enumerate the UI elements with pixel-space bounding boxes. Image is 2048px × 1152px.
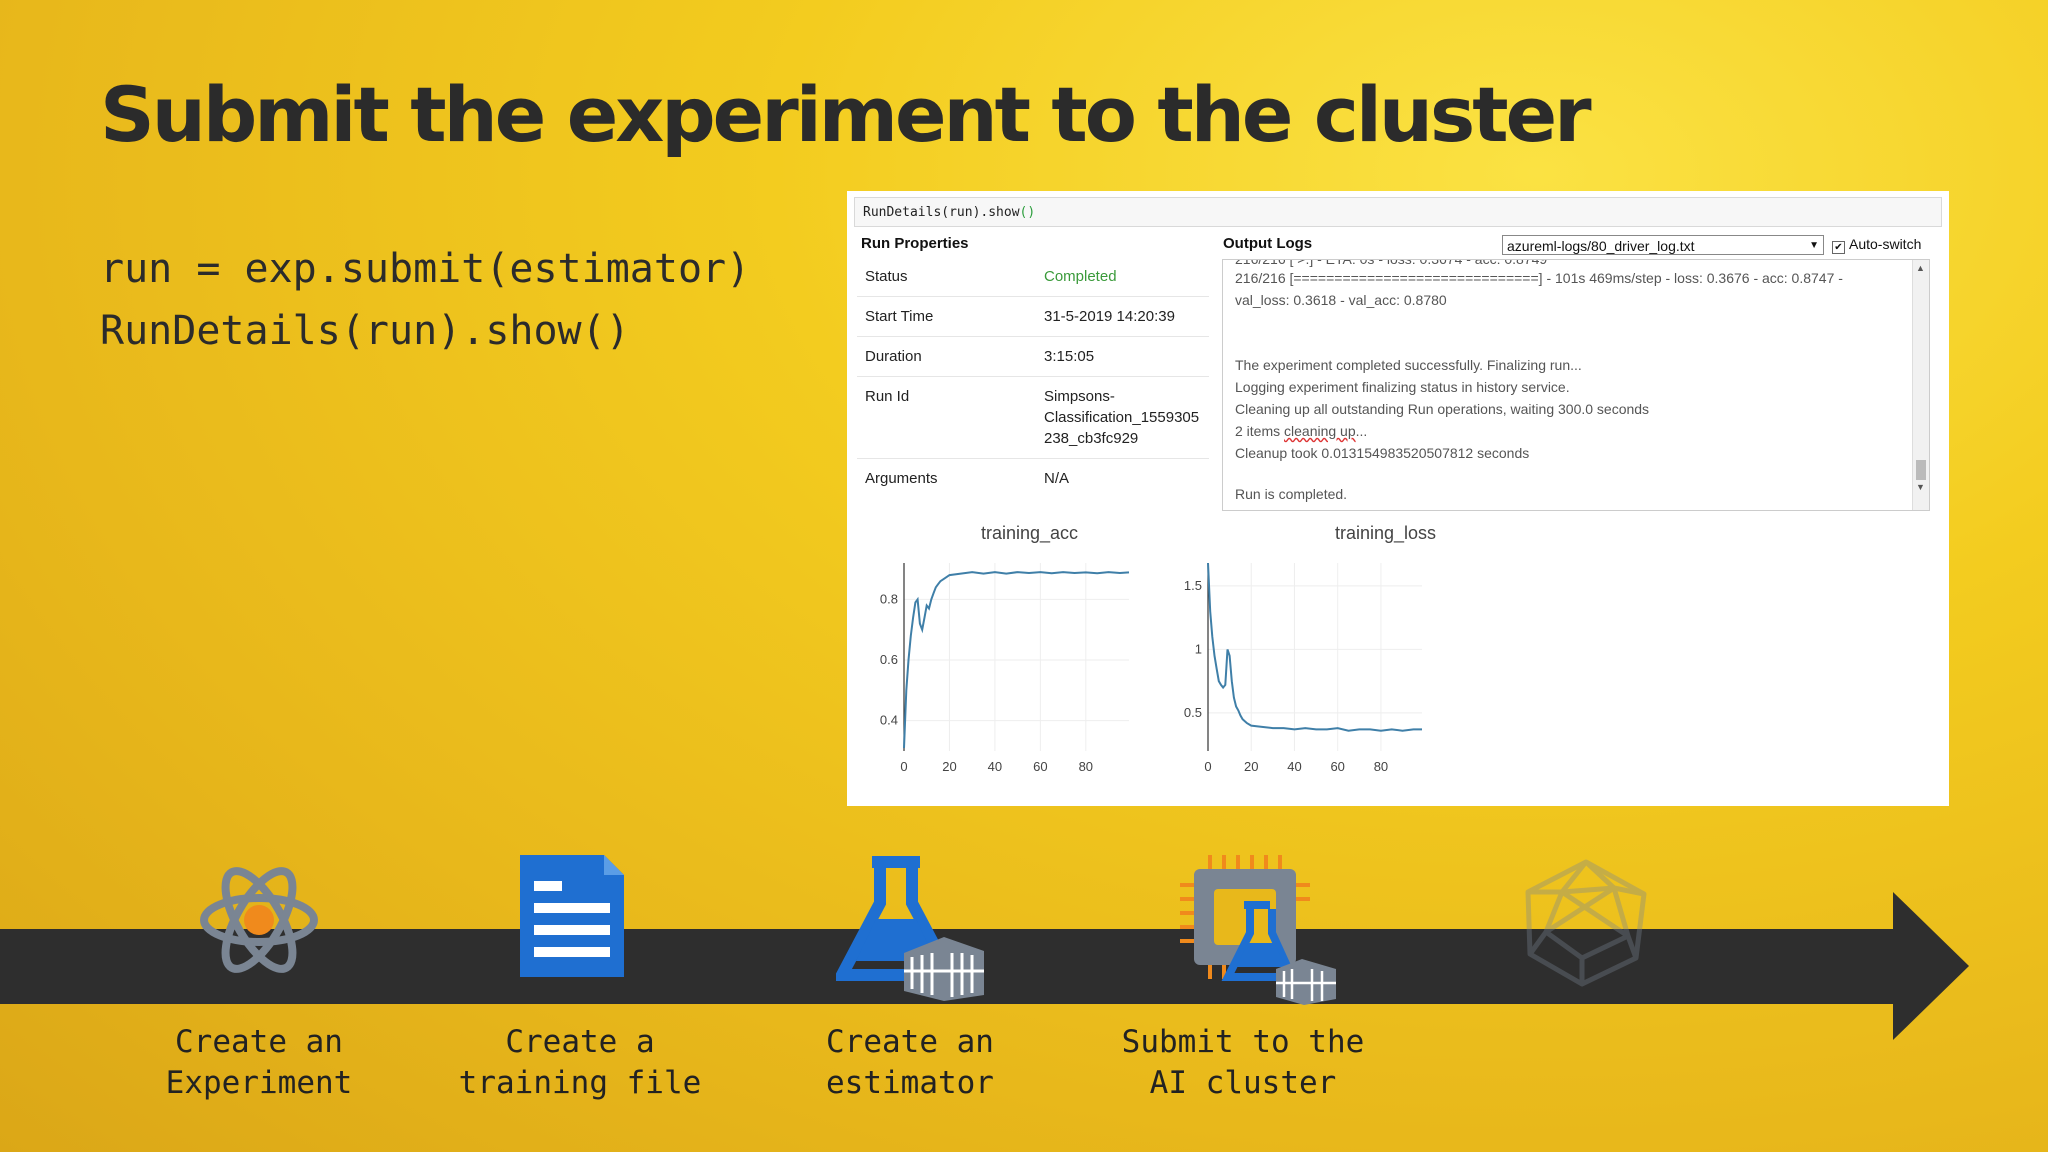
status-value: Completed: [1036, 257, 1209, 297]
run-properties-heading: Run Properties: [861, 235, 969, 252]
table-row: Start Time 31-5-2019 14:20:39: [857, 296, 1209, 337]
table-row: Status Completed: [857, 257, 1209, 297]
auto-switch-toggle[interactable]: ✔ Auto-switch: [1832, 236, 1921, 254]
step-label-create-estimator: Create an estimator: [826, 1024, 994, 1101]
property-key: Arguments: [865, 470, 938, 487]
x-tick-label: 80: [1079, 759, 1093, 771]
table-row: Arguments N/A: [857, 459, 1209, 499]
y-tick-label: 0.4: [880, 713, 898, 728]
log-file-value: azureml-logs/80_driver_log.txt: [1507, 238, 1695, 254]
document-icon: [520, 855, 624, 977]
log-line: 2 items cleaning up...: [1235, 423, 1367, 439]
log-text: 2 items: [1235, 423, 1285, 439]
code-snippet: run = exp.submit(estimator) RunDetails(r…: [100, 238, 750, 362]
chart-title-training-acc: training_acc: [981, 523, 1079, 543]
slide-title: Submit the experiment to the cluster: [100, 70, 1592, 159]
atom-icon: [200, 867, 318, 973]
step-label-submit-cluster: Submit to the AI cluster: [1121, 1024, 1365, 1101]
log-line: val_loss: 0.3618 - val_acc: 0.8780: [1235, 292, 1447, 308]
series-line: [1207, 562, 1422, 732]
run-id-line: Classification_1559305: [1044, 409, 1200, 426]
cell-code-paren: (): [1019, 205, 1036, 220]
y-tick-label: 0.8: [880, 591, 898, 606]
output-logs-heading: Output Logs: [1223, 235, 1313, 252]
training-loss-chart: 0 20 40 60 80 0.5 1 1.5: [1184, 562, 1422, 771]
log-line: Cleaning up all outstanding Run operatio…: [1235, 401, 1650, 417]
x-tick-label: 20: [1244, 759, 1258, 771]
property-key: Start Time: [857, 296, 1036, 337]
x-tick-label: 80: [1374, 759, 1388, 771]
run-id-line: 238_cb3fc929: [1044, 430, 1139, 447]
notebook-cell-input[interactable]: RunDetails(run).show(): [854, 197, 1942, 227]
y-tick-label: 1.5: [1184, 578, 1202, 593]
scroll-down-icon[interactable]: ▼: [1916, 482, 1925, 492]
log-line: Logging experiment finalizing status in …: [1235, 379, 1570, 395]
timeline-arrow-icon: [1893, 892, 1969, 1040]
property-value: 3:15:05: [1036, 336, 1209, 377]
flask-container-icon: [836, 856, 984, 1001]
property-value: N/A: [1044, 470, 1070, 487]
chevron-down-icon: ▼: [1809, 240, 1819, 251]
log-line: Run is completed.: [1235, 486, 1348, 502]
run-details-widget: RunDetails(run).show() Run Properties Ou…: [847, 191, 1949, 806]
y-tick-label: 0.5: [1184, 705, 1202, 720]
property-key: Status: [857, 257, 1036, 297]
table-row: Run Id Simpsons- Classification_1559305 238…: [857, 376, 1209, 459]
table-row: Duration 3:15:05: [857, 336, 1209, 377]
log-line: 216/216 [ >.] - ETA: 0s - loss: 0.3674 -…: [1235, 259, 1548, 267]
x-tick-label: 40: [988, 759, 1002, 771]
x-tick-label: 0: [1204, 759, 1211, 771]
log-text-spellcheck: cleaning up: [1284, 423, 1356, 439]
step-label-create-training-file: Create a training file: [458, 1024, 702, 1101]
auto-switch-checkbox[interactable]: ✔: [1832, 241, 1845, 254]
scroll-up-icon[interactable]: ▲: [1916, 263, 1925, 273]
x-tick-label: 20: [942, 759, 956, 771]
scrollbar-thumb[interactable]: [1916, 460, 1926, 480]
x-tick-label: 60: [1330, 759, 1344, 771]
log-line: 216/216 [==============================]…: [1235, 270, 1843, 286]
auto-switch-label: Auto-switch: [1849, 236, 1922, 252]
run-id-line: Simpsons-: [1044, 388, 1115, 405]
run-id-value: Simpsons- Classification_1559305 238_cb3fc…: [1036, 376, 1209, 459]
y-tick-label: 1: [1195, 641, 1202, 656]
property-key: Duration: [857, 336, 1036, 377]
property-value: 31-5-2019 14:20:39: [1036, 296, 1209, 337]
output-log-viewer[interactable]: 216/216 [ >.] - ETA: 0s - loss: 0.3674 -…: [1222, 259, 1930, 511]
training-acc-chart: 0 20 40 60 80 0.4 0.6 0.8: [880, 563, 1130, 771]
cpu-flask-icon: [1180, 855, 1336, 1005]
x-tick-label: 40: [1287, 759, 1301, 771]
chart-title-training-loss: training_loss: [1335, 523, 1437, 543]
code-line-2: RunDetails(run).show(): [100, 308, 630, 354]
step-label-create-experiment: Create an Experiment: [165, 1024, 353, 1101]
run-properties-table: Status Completed Start Time 31-5-2019 14:2…: [857, 257, 1209, 498]
log-text: ...: [1355, 423, 1368, 439]
log-line: The experiment completed successfully. F…: [1235, 357, 1582, 373]
y-tick-label: 0.6: [880, 652, 898, 667]
geodesic-icon: [1525, 859, 1647, 987]
code-line-1: run = exp.submit(estimator): [100, 246, 751, 292]
log-line: Cleanup took 0.013154983520507812 second…: [1235, 445, 1530, 461]
log-scrollbar[interactable]: ▲ ▼: [1912, 260, 1929, 510]
cell-code-text: RunDetails(run).show: [863, 205, 1020, 220]
x-tick-label: 60: [1033, 759, 1047, 771]
x-tick-label: 0: [900, 759, 907, 771]
property-key: Run Id: [857, 376, 1036, 459]
log-file-select[interactable]: azureml-logs/80_driver_log.txt ▼: [1502, 235, 1824, 255]
